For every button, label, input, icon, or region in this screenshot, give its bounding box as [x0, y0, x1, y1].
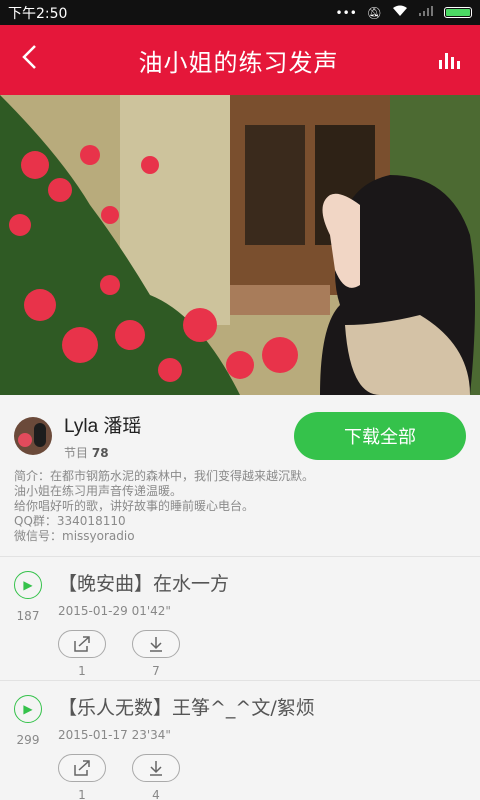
channel-profile: Lyla 潘瑶 节目 78 下载全部 [0, 395, 480, 465]
back-arrow-icon[interactable] [20, 43, 38, 77]
episode-meta: 2015-01-17 23'34" [58, 728, 466, 742]
episode-duration: 23'34" [131, 728, 171, 742]
episode-title[interactable]: 【乐人无数】王筝^_^文/絮烦 [58, 693, 466, 720]
episode-meta: 2015-01-29 01'42" [58, 604, 466, 618]
intro-line: 油小姐在练习用声音传递温暖。 [14, 484, 183, 498]
download-all-button[interactable]: 下载全部 [294, 412, 466, 460]
equalizer-icon[interactable] [439, 51, 460, 69]
status-time: 下午2:50 [8, 5, 68, 22]
share-count: 1 [78, 788, 86, 800]
share-count: 1 [78, 664, 86, 678]
signal-icon [418, 5, 434, 20]
channel-description: 简介：在都市钢筋水泥的森林中，我们变得越来越沉默。 油小姐在练习用声音传递温暖。… [0, 465, 480, 557]
download-icon [150, 637, 162, 652]
more-dots-icon: ••• [335, 5, 357, 20]
share-icon [74, 636, 90, 652]
intro-line: 微信号：missyoradio [14, 529, 135, 543]
app-bar: 油小姐的练习发声 [0, 25, 480, 95]
share-button[interactable] [58, 630, 106, 658]
play-count: 299 [16, 733, 40, 747]
avatar[interactable] [14, 417, 52, 455]
download-count: 7 [152, 664, 160, 678]
episode-title[interactable]: 【晚安曲】在水一方 [58, 569, 466, 596]
download-button[interactable] [132, 754, 180, 782]
intro-line: 给你唱好听的歌，讲好故事的睡前暖心电台。 [14, 499, 255, 513]
page-title: 油小姐的练习发声 [138, 48, 339, 77]
share-icon [74, 760, 90, 776]
episode-date: 2015-01-17 [58, 728, 128, 742]
episode-date: 2015-01-29 [58, 604, 128, 618]
episode-count-value: 78 [91, 446, 109, 460]
list-item[interactable]: ▶ 299 【乐人无数】王筝^_^文/絮烦 2015-01-17 23'34" … [0, 681, 480, 800]
episode-duration: 01'42" [131, 604, 171, 618]
mute-bell-icon: 🔕︎ [366, 5, 382, 20]
episode-count: 节目 78 [64, 444, 294, 461]
download-button[interactable] [132, 630, 180, 658]
download-icon [150, 761, 162, 776]
status-bar: 下午2:50 ••• 🔕︎ [0, 0, 480, 25]
profile-info: Lyla 潘瑶 节目 78 [64, 411, 294, 461]
status-icons: ••• 🔕︎ [336, 5, 472, 20]
download-count: 4 [152, 788, 160, 800]
battery-icon [444, 7, 472, 18]
play-count: 187 [16, 609, 40, 623]
wifi-icon [392, 5, 408, 20]
episode-count-label: 节目 [64, 446, 89, 460]
cover-photo [0, 95, 480, 395]
play-icon[interactable]: ▶ [14, 695, 42, 723]
intro-line: 简介：在都市钢筋水泥的森林中，我们变得越来越沉默。 [14, 469, 315, 483]
list-item[interactable]: ▶ 187 【晚安曲】在水一方 2015-01-29 01'42" 1 7 [0, 557, 480, 681]
channel-name: Lyla 潘瑶 [64, 416, 142, 437]
play-icon[interactable]: ▶ [14, 571, 42, 599]
intro-line: QQ群：334018110 [14, 514, 126, 528]
share-button[interactable] [58, 754, 106, 782]
